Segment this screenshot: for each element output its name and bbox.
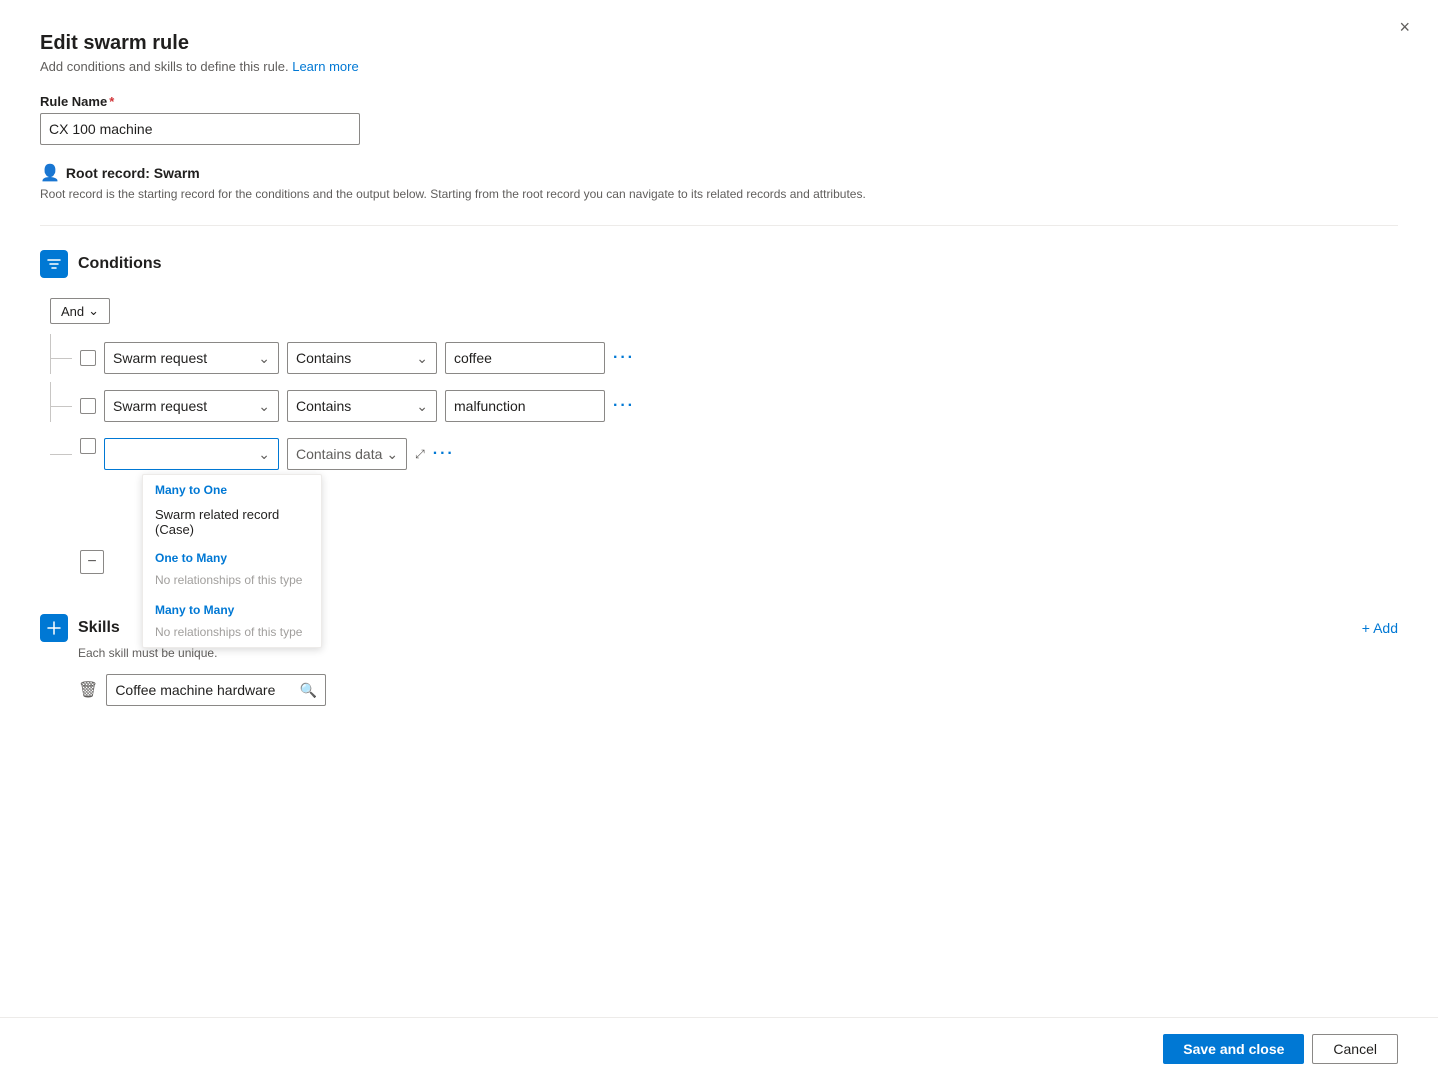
condition-2-operator-dropdown[interactable]: Contains xyxy=(287,390,437,422)
condition-3-field-chevron: ⌄ xyxy=(258,446,270,463)
conditions-section-header: Conditions xyxy=(40,250,1398,278)
modal-container: × Edit swarm rule Add conditions and ski… xyxy=(0,0,1438,1080)
condition-1-value-input[interactable] xyxy=(445,342,605,374)
root-record-icon: 👤 xyxy=(40,163,60,183)
dropdown-no-one-to-many: No relationships of this type xyxy=(143,569,321,595)
dropdown-section-many-to-one: Many to One xyxy=(143,475,321,501)
rule-name-label: Rule Name* xyxy=(40,94,1398,109)
skills-icon xyxy=(40,614,68,642)
condition-1-field-dropdown[interactable]: Swarm request xyxy=(104,342,279,374)
condition-1-more-button[interactable]: ··· xyxy=(613,349,635,367)
skills-add-button[interactable]: + Add xyxy=(1362,620,1398,636)
condition-1-field-chevron xyxy=(258,350,270,367)
skills-title: Skills xyxy=(78,619,120,637)
dropdown-section-many-to-many: Many to Many xyxy=(143,595,321,621)
connector-line-1 xyxy=(50,334,51,374)
cancel-button[interactable]: Cancel xyxy=(1312,1034,1398,1064)
condition-2-operator-chevron xyxy=(416,398,428,415)
condition-minus-button[interactable]: − xyxy=(80,550,104,574)
skill-1-input-wrap: 🔍 xyxy=(106,674,326,706)
condition-2-checkbox[interactable] xyxy=(80,398,96,414)
condition-row-1: Swarm request Contains ··· xyxy=(50,342,1398,374)
rule-name-input[interactable] xyxy=(40,113,360,145)
close-button[interactable]: × xyxy=(1399,18,1410,36)
root-record-section: 👤 Root record: Swarm xyxy=(40,163,1398,183)
root-record-label: Root record: Swarm xyxy=(66,165,200,181)
condition-1-checkbox[interactable] xyxy=(80,350,96,366)
save-and-close-button[interactable]: Save and close xyxy=(1163,1034,1304,1064)
and-chevron-icon: ⌄ xyxy=(88,303,99,319)
condition-3-more-button[interactable]: ··· xyxy=(433,445,455,463)
modal-title: Edit swarm rule xyxy=(40,32,1398,55)
condition-1-operator-chevron xyxy=(416,350,428,367)
conditions-area: And ⌄ Swarm request Contains ··· Swarm r… xyxy=(40,298,1398,574)
skill-1-delete-button[interactable]: 🗑 xyxy=(78,680,98,700)
condition-3-operator-btn[interactable]: Contains data xyxy=(287,438,407,470)
condition-3-field-dropdown[interactable]: ⌄ xyxy=(104,438,279,470)
condition-2-field-dropdown[interactable]: Swarm request xyxy=(104,390,279,422)
conditions-icon xyxy=(40,250,68,278)
connector-line-2 xyxy=(50,382,51,422)
root-record-description: Root record is the starting record for t… xyxy=(40,187,1398,201)
field-dropdown-menu: Many to One Swarm related record (Case) … xyxy=(142,474,322,648)
skill-row-1: 🗑 🔍 xyxy=(40,674,1398,706)
learn-more-link[interactable]: Learn more xyxy=(292,59,358,74)
condition-2-more-button[interactable]: ··· xyxy=(613,397,635,415)
condition-2-field-chevron xyxy=(258,398,270,415)
skills-description: Each skill must be unique. xyxy=(40,646,1398,660)
condition-3-expand-icon[interactable]: ⤢ xyxy=(415,447,425,462)
condition-1-operator-dropdown[interactable]: Contains xyxy=(287,342,437,374)
condition-row-2: Swarm request Contains ··· xyxy=(50,390,1398,422)
skill-1-input[interactable] xyxy=(115,682,300,698)
condition-3-checkbox[interactable] xyxy=(80,438,96,454)
footer: Save and close Cancel xyxy=(0,1017,1438,1080)
condition-2-value-input[interactable] xyxy=(445,390,605,422)
condition-3-operator-chevron xyxy=(386,446,398,463)
dropdown-section-one-to-many: One to Many xyxy=(143,543,321,569)
modal-subtitle: Add conditions and skills to define this… xyxy=(40,59,1398,74)
conditions-title: Conditions xyxy=(78,255,162,273)
divider-1 xyxy=(40,225,1398,226)
and-button[interactable]: And ⌄ xyxy=(50,298,110,324)
dropdown-item-swarm-case[interactable]: Swarm related record (Case) xyxy=(143,501,321,543)
skill-1-search-icon: 🔍 xyxy=(300,682,317,699)
condition-row-3: ⌄ Contains data ⤢ ··· Many to One Swarm … xyxy=(50,438,1398,470)
dropdown-no-many-to-many: No relationships of this type xyxy=(143,621,321,647)
